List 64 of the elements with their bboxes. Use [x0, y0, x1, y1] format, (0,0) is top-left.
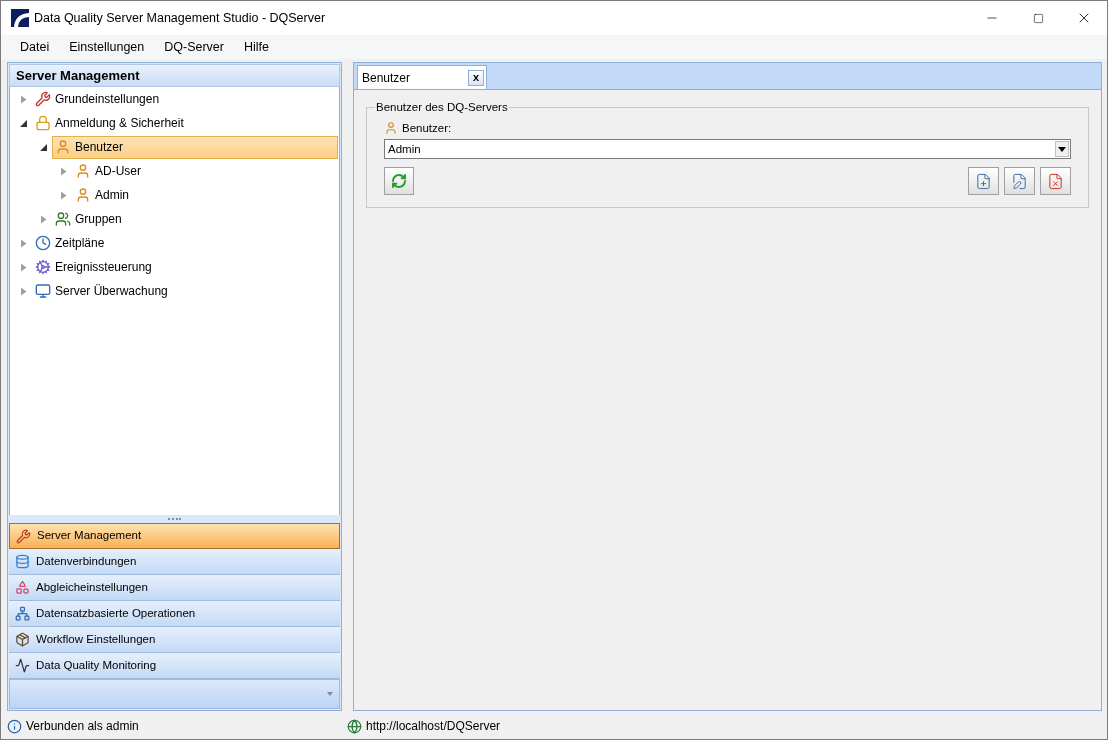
- expand-arrow-icon[interactable]: [20, 286, 28, 296]
- tree-item[interactable]: Gruppen: [52, 207, 127, 231]
- info-icon: [7, 718, 22, 734]
- group-title: Benutzer des DQ-Servers: [375, 100, 509, 115]
- expand-arrow-icon[interactable]: [20, 238, 28, 248]
- caret-icon[interactable]: [327, 692, 333, 696]
- new-user-button[interactable]: [968, 167, 999, 196]
- box-icon: [15, 632, 30, 647]
- expand-arrow-icon[interactable]: [60, 166, 68, 176]
- maximize-icon: [1032, 12, 1044, 24]
- clock-icon: [35, 235, 51, 251]
- user-icon: [75, 187, 91, 203]
- nav-button[interactable]: Datensatzbasierte Operationen: [9, 601, 340, 627]
- expand-arrow-icon[interactable]: [60, 190, 68, 200]
- edit-user-button[interactable]: [1004, 167, 1035, 196]
- gear-icon: [35, 259, 51, 275]
- user-icon: [75, 163, 91, 179]
- menu-item[interactable]: Einstellungen: [59, 37, 155, 57]
- tree-item[interactable]: Benutzer: [52, 135, 338, 159]
- lock-icon: [35, 115, 51, 131]
- menu-item[interactable]: Datei: [10, 37, 60, 57]
- edit-document-icon: [1011, 172, 1028, 190]
- server-url: http://localhost/DQServer: [366, 718, 501, 735]
- tab-close-button[interactable]: x: [468, 69, 484, 86]
- status-text: Verbunden als admin: [26, 718, 139, 735]
- nav-button[interactable]: Workflow Einstellungen: [9, 627, 340, 653]
- nav-button[interactable]: Datenverbindungen: [9, 549, 340, 575]
- globe-icon: [347, 718, 362, 734]
- window-title: Data Quality Server Management Studio - DQServer: [34, 9, 326, 27]
- tree-item[interactable]: Admin: [72, 183, 134, 207]
- network-icon: [15, 606, 30, 621]
- refresh-button[interactable]: [384, 167, 414, 196]
- tree-item[interactable]: Server Überwachung: [32, 279, 173, 303]
- users-icon: [55, 211, 71, 227]
- tree-item[interactable]: Zeitpläne: [32, 231, 110, 255]
- user-icon: [384, 121, 398, 136]
- field-label: Benutzer:: [402, 120, 452, 136]
- user-icon: [55, 139, 71, 155]
- expand-arrow-icon[interactable]: [20, 94, 28, 104]
- tree-item[interactable]: Anmeldung & Sicherheit: [32, 111, 189, 135]
- app-logo-icon: [11, 9, 29, 27]
- collapse-arrow-icon[interactable]: [40, 142, 48, 152]
- new-document-icon: [975, 172, 992, 190]
- wrench-icon: [16, 528, 31, 544]
- user-dropdown[interactable]: Admin: [384, 139, 1071, 160]
- collapse-arrow-icon[interactable]: [20, 118, 28, 128]
- database-icon: [15, 554, 30, 569]
- expand-arrow-icon[interactable]: [20, 262, 28, 272]
- tree-item[interactable]: Ereignissteuerung: [32, 255, 157, 279]
- wrench-icon: [35, 91, 51, 107]
- delete-document-icon: [1047, 172, 1064, 190]
- menu-item[interactable]: DQ-Server: [154, 37, 234, 57]
- refresh-icon: [391, 173, 407, 190]
- tree-item[interactable]: Grundeinstellungen: [32, 87, 165, 111]
- tab[interactable]: Benutzer x: [357, 65, 487, 89]
- menu-item[interactable]: Hilfe: [234, 37, 279, 57]
- expand-arrow-icon[interactable]: [40, 214, 48, 224]
- tree-item[interactable]: AD-User: [72, 159, 146, 183]
- nav-button[interactable]: Abgleicheinstellungen: [9, 575, 340, 601]
- panel-header: Server Management: [9, 64, 340, 87]
- delete-user-button[interactable]: [1040, 167, 1071, 196]
- shapes-icon: [15, 580, 30, 595]
- nav-button[interactable]: Server Management: [9, 523, 340, 549]
- nav-button[interactable]: Data Quality Monitoring: [9, 653, 340, 679]
